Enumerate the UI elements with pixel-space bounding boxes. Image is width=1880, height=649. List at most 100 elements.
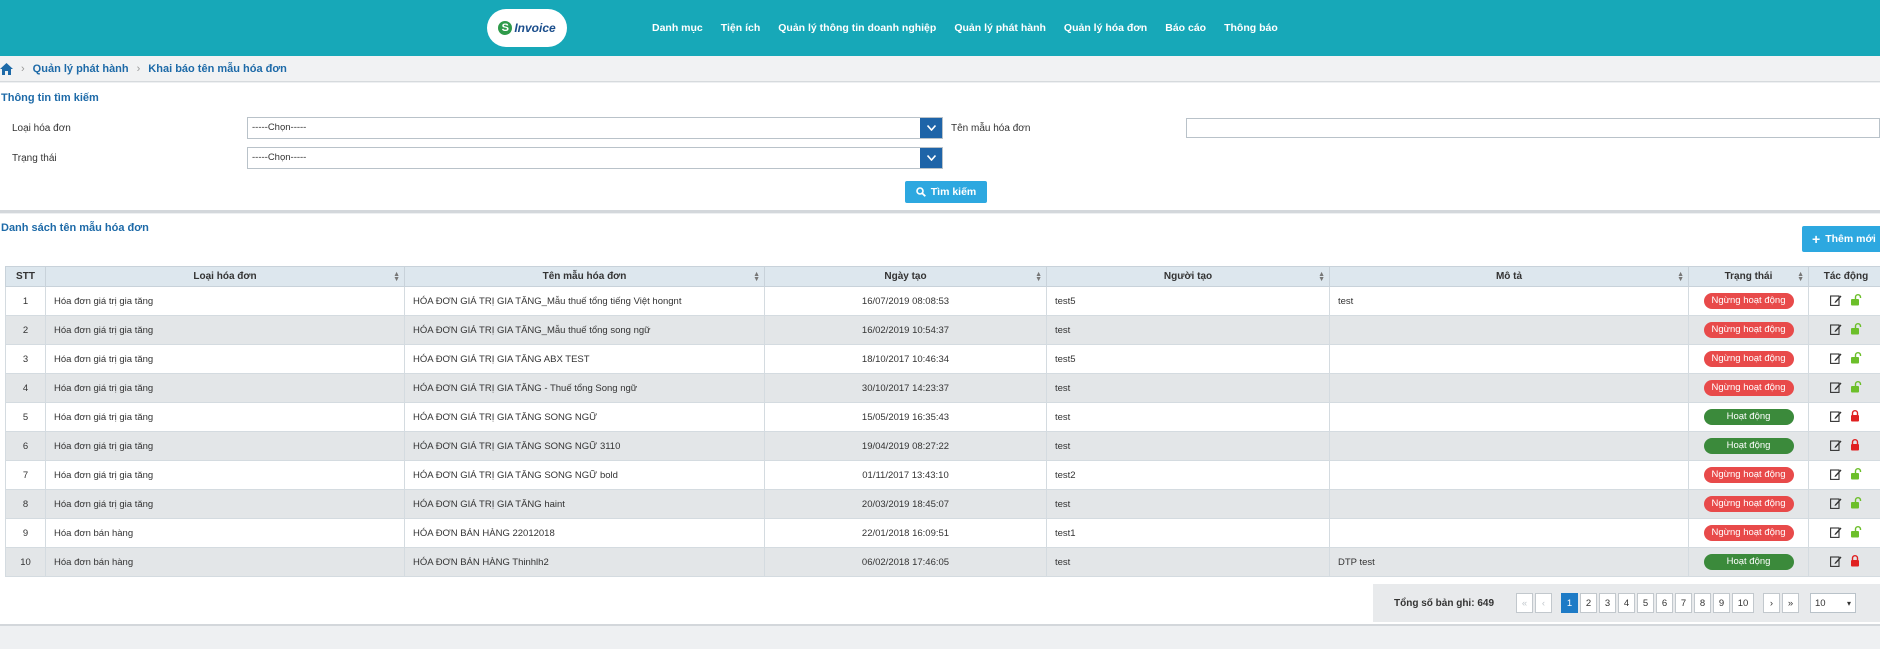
status-value: -----Chọn-----: [252, 152, 307, 163]
cell-creator: test: [1046, 431, 1330, 461]
edit-icon[interactable]: [1830, 352, 1842, 367]
prev-page-button[interactable]: ‹: [1535, 593, 1553, 613]
invoice-type-select[interactable]: -----Chọn-----: [247, 117, 943, 139]
cell-created-date: 01/11/2017 13:43:10: [764, 460, 1047, 490]
table-row[interactable]: 4 Hóa đơn giá trị gia tăng HÓA ĐƠN GIÁ TRỊ…: [5, 373, 1880, 403]
cell-actions: [1808, 431, 1880, 461]
page-button[interactable]: 10: [1732, 593, 1755, 613]
page-button[interactable]: 8: [1694, 593, 1712, 613]
breadcrumb-item-current: Khai báo tên mẫu hóa đơn: [148, 62, 287, 75]
status-badge: Ngừng hoạt động: [1703, 380, 1794, 396]
nav-tien-ich[interactable]: Tiện ích: [721, 22, 760, 34]
cell-status: Hoạt động: [1688, 402, 1809, 432]
table-row[interactable]: 3 Hóa đơn giá trị gia tăng HÓA ĐƠN GIÁ TRỊ…: [5, 344, 1880, 374]
cell-created-date: 16/07/2019 08:08:53: [764, 286, 1047, 316]
table-row[interactable]: 1 Hóa đơn giá trị gia tăng HÓA ĐƠN GIÁ TRỊ…: [5, 286, 1880, 316]
cell-status: Hoạt động: [1688, 547, 1809, 577]
sort-icon[interactable]: ▲ ▼: [1035, 271, 1042, 283]
edit-icon[interactable]: [1830, 468, 1842, 483]
unlock-icon[interactable]: [1850, 322, 1862, 338]
nav-invoices[interactable]: Quản lý hóa đơn: [1064, 22, 1147, 34]
unlock-icon[interactable]: [1850, 293, 1862, 309]
col-invoice-type[interactable]: Loại hóa đơn ▲ ▼: [45, 266, 405, 287]
col-created-date[interactable]: Ngày tạo ▲ ▼: [764, 266, 1047, 287]
cell-invoice-type: Hóa đơn giá trị gia tăng: [45, 286, 405, 316]
edit-icon[interactable]: [1830, 555, 1842, 570]
home-icon[interactable]: [0, 62, 13, 75]
page-button[interactable]: 3: [1599, 593, 1617, 613]
page-button[interactable]: 2: [1580, 593, 1598, 613]
table-row[interactable]: 7 Hóa đơn giá trị gia tăng HÓA ĐƠN GIÁ TRỊ…: [5, 460, 1880, 490]
edit-icon[interactable]: [1830, 294, 1842, 309]
col-description[interactable]: Mô tả ▲ ▼: [1329, 266, 1689, 287]
cell-description: [1329, 344, 1689, 374]
cell-invoice-type: Hóa đơn giá trị gia tăng: [45, 315, 405, 345]
next-page-button[interactable]: ›: [1763, 593, 1781, 613]
cell-stt: 9: [5, 518, 46, 548]
col-status[interactable]: Trạng thái ▲ ▼: [1688, 266, 1809, 287]
sort-icon[interactable]: ▲ ▼: [753, 271, 760, 283]
table-row[interactable]: 10 Hóa đơn bán hàng HÓA ĐƠN BÁN HÀNG Thinh…: [5, 547, 1880, 577]
unlock-icon[interactable]: [1850, 525, 1862, 541]
unlock-icon[interactable]: [1850, 496, 1862, 512]
page-button[interactable]: 7: [1675, 593, 1693, 613]
status-badge: Ngừng hoạt động: [1703, 293, 1794, 309]
breadcrumb-item-issuance[interactable]: Quản lý phát hành: [33, 63, 129, 75]
page-button[interactable]: 1: [1561, 593, 1579, 613]
page-size-select[interactable]: 10 ▾: [1810, 593, 1857, 613]
table-row[interactable]: 5 Hóa đơn giá trị gia tăng HÓA ĐƠN GIÁ TRỊ…: [5, 402, 1880, 432]
first-page-button[interactable]: «: [1516, 593, 1534, 613]
cell-creator: test: [1046, 315, 1330, 345]
edit-icon[interactable]: [1830, 497, 1842, 512]
lock-icon[interactable]: [1850, 438, 1862, 454]
edit-icon[interactable]: [1830, 439, 1842, 454]
edit-icon[interactable]: [1830, 410, 1842, 425]
template-table: STT Loại hóa đơn ▲ ▼ Tên mẫu hóa đơn ▲ ▼ Ngà…: [5, 266, 1880, 577]
sort-icon[interactable]: ▲ ▼: [1677, 271, 1684, 283]
edit-icon[interactable]: [1830, 526, 1842, 541]
nav-notifications[interactable]: Thông báo: [1224, 22, 1278, 34]
last-page-button[interactable]: »: [1782, 593, 1800, 613]
lock-icon[interactable]: [1850, 409, 1862, 425]
col-template-name[interactable]: Tên mẫu hóa đơn ▲ ▼: [404, 266, 765, 287]
page-button[interactable]: 9: [1713, 593, 1731, 613]
edit-icon[interactable]: [1830, 323, 1842, 338]
nav-danh-muc[interactable]: Danh mục: [652, 22, 703, 34]
search-button[interactable]: Tìm kiếm: [905, 181, 987, 203]
logo-icon: S: [498, 21, 513, 35]
table-row[interactable]: 2 Hóa đơn giá trị gia tăng HÓA ĐƠN GIÁ TRỊ…: [5, 315, 1880, 345]
unlock-icon[interactable]: [1850, 380, 1862, 396]
add-new-button[interactable]: + Thêm mới: [1802, 226, 1880, 252]
status-select[interactable]: -----Chọn-----: [247, 147, 943, 169]
status-badge: Ngừng hoạt động: [1703, 496, 1794, 512]
search-icon: [915, 187, 926, 197]
nav-reports[interactable]: Báo cáo: [1165, 22, 1206, 34]
cell-stt: 10: [5, 547, 46, 577]
sort-icon[interactable]: ▲ ▼: [1797, 271, 1804, 283]
top-navbar: S Invoice Danh mục Tiện ích Quản lý thôn…: [0, 0, 1880, 56]
unlock-icon[interactable]: [1850, 467, 1862, 483]
status-badge: Ngừng hoạt động: [1703, 467, 1794, 483]
search-title: Thông tin tìm kiếm: [1, 92, 99, 104]
col-creator[interactable]: Người tạo ▲ ▼: [1046, 266, 1330, 287]
chevron-down-icon: [920, 118, 942, 138]
cell-actions: [1808, 286, 1880, 316]
sort-icon[interactable]: ▲ ▼: [1318, 271, 1325, 283]
page-button[interactable]: 6: [1656, 593, 1674, 613]
lock-icon[interactable]: [1850, 554, 1862, 570]
nav-issuance[interactable]: Quản lý phát hành: [954, 22, 1046, 34]
page-button[interactable]: 4: [1618, 593, 1636, 613]
edit-icon[interactable]: [1830, 381, 1842, 396]
table-row[interactable]: 8 Hóa đơn giá trị gia tăng HÓA ĐƠN GIÁ TRỊ…: [5, 489, 1880, 519]
nav-company-info[interactable]: Quản lý thông tin doanh nghiệp: [778, 22, 936, 34]
cell-template-name: HÓA ĐƠN GIÁ TRỊ GIA TĂNG SONG NGỮ bold: [404, 460, 765, 490]
chevron-right-icon: ›: [21, 62, 25, 75]
template-name-input[interactable]: [1186, 118, 1880, 138]
page-button[interactable]: 5: [1637, 593, 1655, 613]
table-row[interactable]: 9 Hóa đơn bán hàng HÓA ĐƠN BÁN HÀNG 220120…: [5, 518, 1880, 548]
unlock-icon[interactable]: [1850, 351, 1862, 367]
app-logo[interactable]: S Invoice: [487, 9, 567, 47]
sort-icon[interactable]: ▲ ▼: [393, 271, 400, 283]
cell-created-date: 15/05/2019 16:35:43: [764, 402, 1047, 432]
table-row[interactable]: 6 Hóa đơn giá trị gia tăng HÓA ĐƠN GIÁ TRỊ…: [5, 431, 1880, 461]
